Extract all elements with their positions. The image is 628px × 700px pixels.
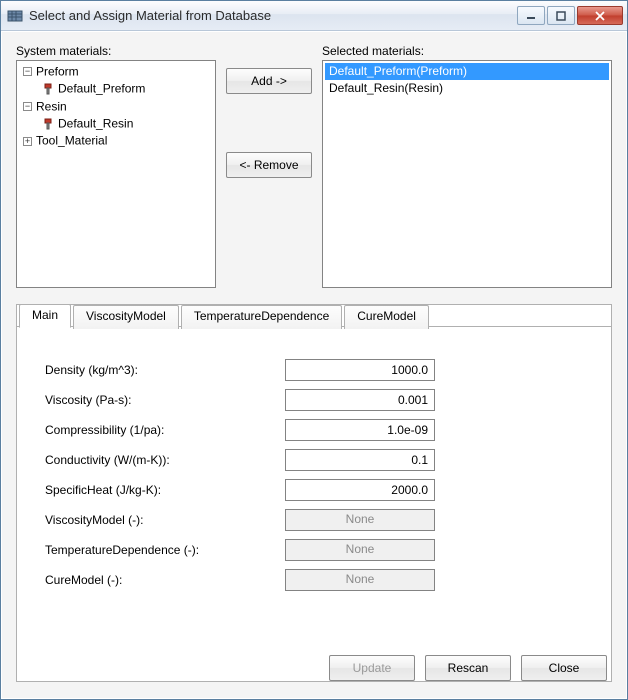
property-row: Viscosity (Pa-s): [45, 385, 583, 415]
material-icon [41, 82, 55, 96]
tab-main[interactable]: Main [19, 304, 71, 328]
tree-leaf-label: Default_Preform [58, 82, 145, 96]
property-input[interactable] [285, 419, 435, 441]
selected-materials-column: Selected materials: Default_Preform(Pref… [322, 44, 612, 288]
property-row: CureModel (-):None [45, 565, 583, 595]
property-row: Conductivity (W/(m-K)): [45, 445, 583, 475]
rescan-button[interactable]: Rescan [425, 655, 511, 681]
property-row: ViscosityModel (-):None [45, 505, 583, 535]
window-title: Select and Assign Material from Database [29, 8, 517, 23]
tab-viscositymodel[interactable]: ViscosityModel [73, 305, 179, 329]
property-readonly: None [285, 539, 435, 561]
tab-temperaturedependence[interactable]: TemperatureDependence [181, 305, 342, 329]
property-input[interactable] [285, 389, 435, 411]
app-icon [7, 8, 23, 24]
tree-leaf[interactable]: Default_Resin [41, 115, 213, 132]
property-label: Conductivity (W/(m-K)): [45, 453, 285, 467]
material-icon [41, 117, 55, 131]
close-button[interactable]: Close [521, 655, 607, 681]
dialog-footer: Update Rescan Close [17, 641, 611, 681]
property-label: TemperatureDependence (-): [45, 543, 285, 557]
selected-materials-label: Selected materials: [322, 44, 612, 58]
property-label: Density (kg/m^3): [45, 363, 285, 377]
property-label: Viscosity (Pa-s): [45, 393, 285, 407]
titlebar[interactable]: Select and Assign Material from Database [1, 1, 627, 31]
property-readonly: None [285, 509, 435, 531]
tree-leaf[interactable]: Default_Preform [41, 80, 213, 97]
property-input[interactable] [285, 449, 435, 471]
tree-node-label: Resin [36, 99, 67, 113]
tab-body-main: Density (kg/m^3): Viscosity (Pa-s): Compre… [17, 326, 611, 641]
minimize-button[interactable] [517, 6, 545, 25]
transfer-buttons-column: Add -> <- Remove [226, 44, 312, 288]
property-label: Compressibility (1/pa): [45, 423, 285, 437]
tree-node-label: Preform [36, 64, 79, 78]
tree-leaf-label: Default_Resin [58, 116, 133, 130]
collapse-icon[interactable]: − [23, 102, 32, 111]
properties-tabs: MainViscosityModelTemperatureDependenceC… [16, 304, 612, 682]
property-row: SpecificHeat (J/kg-K): [45, 475, 583, 505]
system-materials-tree[interactable]: −PreformDefault_Preform−ResinDefault_Res… [16, 60, 216, 288]
add-button[interactable]: Add -> [226, 68, 312, 94]
selected-item[interactable]: Default_Preform(Preform) [325, 63, 609, 80]
property-row: TemperatureDependence (-):None [45, 535, 583, 565]
selected-materials-list[interactable]: Default_Preform(Preform)Default_Resin(Re… [322, 60, 612, 288]
property-row: Compressibility (1/pa): [45, 415, 583, 445]
system-materials-label: System materials: [16, 44, 216, 58]
upper-panel: System materials: −PreformDefault_Prefor… [16, 44, 612, 288]
property-input[interactable] [285, 479, 435, 501]
remove-button[interactable]: <- Remove [226, 152, 312, 178]
expand-icon[interactable]: + [23, 137, 32, 146]
tree-node[interactable]: −Preform Default_Preform [19, 63, 213, 98]
maximize-button[interactable] [547, 6, 575, 25]
property-label: SpecificHeat (J/kg-K): [45, 483, 285, 497]
dialog-window: Select and Assign Material from Database… [0, 0, 628, 700]
collapse-icon[interactable]: − [23, 67, 32, 76]
client-area: System materials: −PreformDefault_Prefor… [1, 31, 627, 699]
selected-item[interactable]: Default_Resin(Resin) [325, 80, 609, 97]
property-label: ViscosityModel (-): [45, 513, 285, 527]
property-row: Density (kg/m^3): [45, 355, 583, 385]
tree-node[interactable]: + Tool_Material [19, 132, 213, 149]
property-input[interactable] [285, 359, 435, 381]
tab-curemodel[interactable]: CureModel [344, 305, 429, 329]
tree-node-label: Tool_Material [36, 134, 107, 148]
window-controls [517, 6, 623, 25]
tree-node[interactable]: −Resin Default_Resin [19, 98, 213, 133]
property-label: CureModel (-): [45, 573, 285, 587]
close-window-button[interactable] [577, 6, 623, 25]
property-readonly: None [285, 569, 435, 591]
tab-strip: MainViscosityModelTemperatureDependenceC… [19, 304, 613, 328]
system-materials-column: System materials: −PreformDefault_Prefor… [16, 44, 216, 288]
update-button[interactable]: Update [329, 655, 415, 681]
